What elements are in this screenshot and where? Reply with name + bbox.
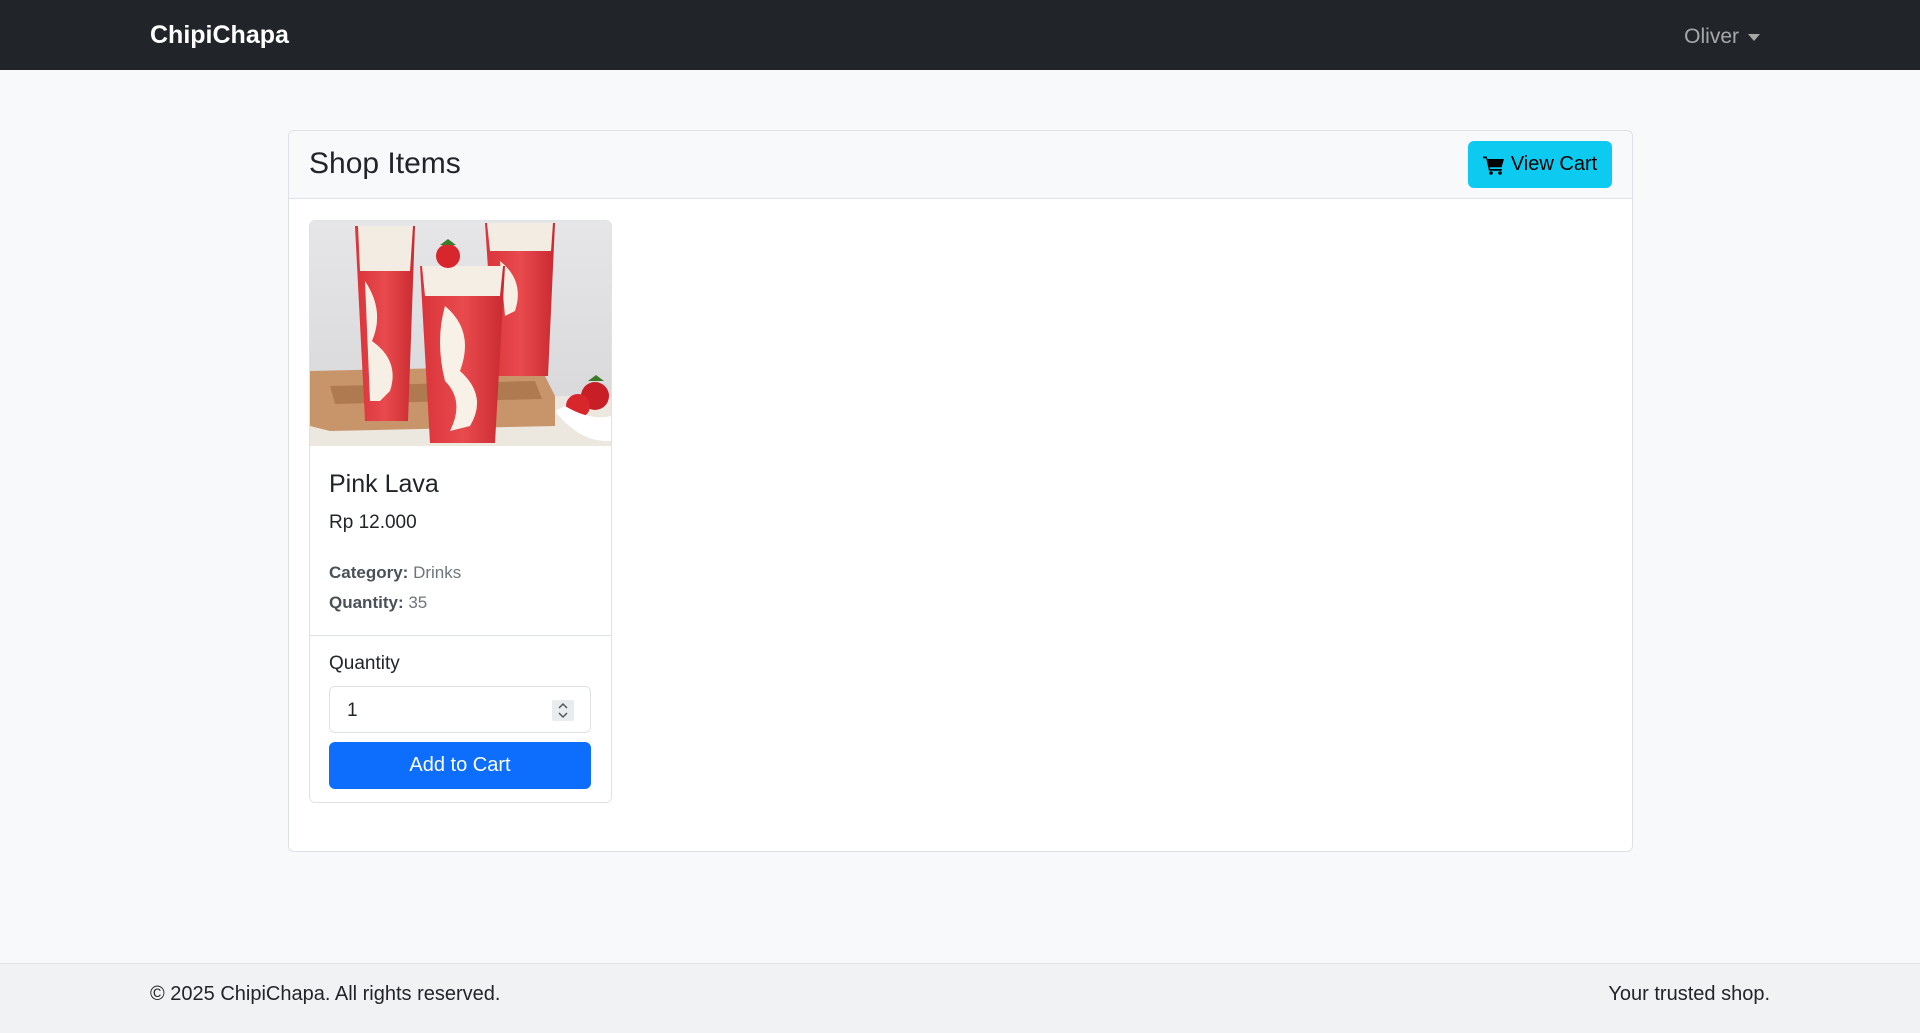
add-to-cart-button[interactable]: Add to Cart [329, 742, 591, 789]
product-card: Pink Lava Rp 12.000 Category: Drinks Qua… [309, 220, 612, 803]
add-to-cart-form: Quantity 1 Add to Cart [310, 635, 611, 802]
category-value: Drinks [413, 563, 462, 582]
category-label: Category: [329, 563, 409, 582]
cart-icon [1482, 156, 1504, 175]
view-cart-button[interactable]: View Cart [1468, 141, 1612, 188]
footer-tagline: Your trusted shop. [1608, 983, 1770, 1005]
brand-logo[interactable]: ChipiChapa [150, 20, 289, 50]
top-navbar: ChipiChapa Oliver [0, 0, 1920, 70]
product-stock: Quantity: 35 [329, 592, 427, 614]
user-name[interactable]: Oliver [1684, 22, 1739, 52]
product-name: Pink Lava [329, 470, 439, 498]
copyright-text: © 2025 ChipiChapa. All rights reserved. [150, 983, 501, 1005]
quantity-stepper[interactable]: 1 [329, 686, 591, 733]
stock-value: 35 [408, 593, 428, 612]
quantity-label: Quantity [329, 653, 400, 674]
user-menu-dropdown[interactable]: Oliver [1684, 22, 1760, 52]
product-category: Category: Drinks [329, 562, 461, 584]
product-image [310, 221, 611, 446]
stock-label: Quantity: [329, 593, 404, 612]
view-cart-label: View Cart [1510, 153, 1598, 175]
shop-card: Shop Items View Cart Pink Lava Rp 12.000… [288, 130, 1633, 852]
site-footer: © 2025 ChipiChapa. All rights reserved. … [0, 963, 1920, 1033]
product-price: Rp 12.000 [329, 512, 417, 533]
page-title: Shop Items [309, 147, 461, 180]
shop-card-header: Shop Items View Cart [289, 131, 1632, 199]
chevron-down-icon[interactable] [1748, 33, 1760, 41]
number-spinner-icon[interactable] [552, 700, 574, 721]
quantity-value[interactable]: 1 [347, 699, 358, 723]
